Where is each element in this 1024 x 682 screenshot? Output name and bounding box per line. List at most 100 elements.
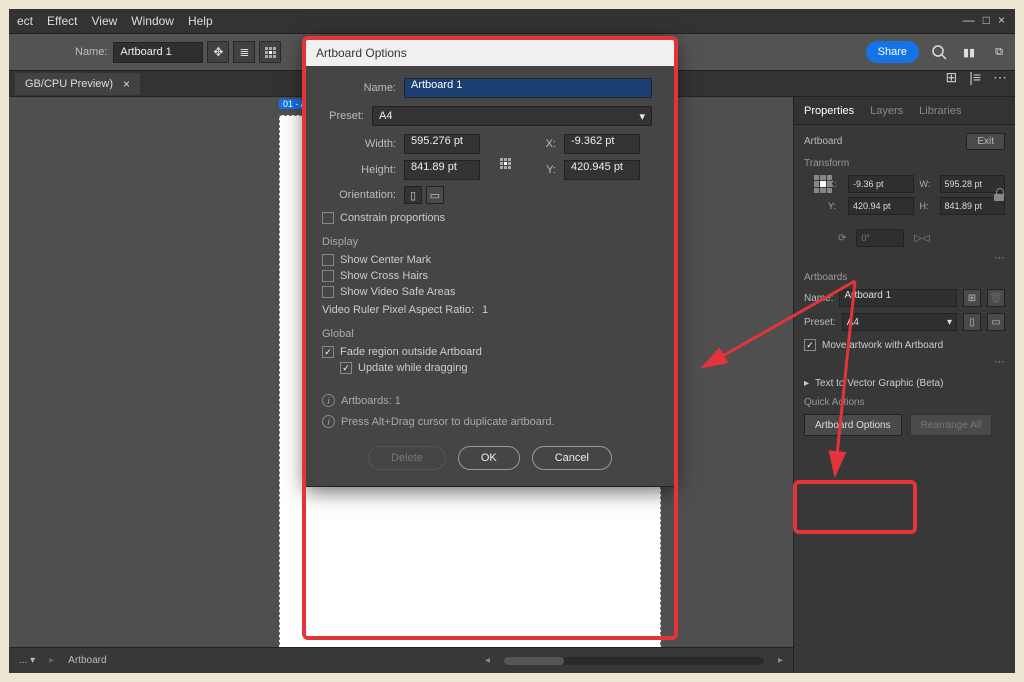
exit-button[interactable]: Exit — [966, 133, 1005, 150]
options-icon[interactable]: ≣ — [233, 41, 255, 63]
safe-areas-checkbox[interactable] — [322, 286, 334, 298]
orient-landscape-icon[interactable]: ▭ — [987, 313, 1005, 331]
rearrange-all-button[interactable]: Rearrange All — [910, 414, 993, 436]
dlg-height-input[interactable]: 841.89 pt — [404, 160, 480, 180]
aspect-input[interactable]: 1 — [482, 304, 522, 316]
panel-name-input[interactable]: Artboard 1 — [839, 289, 957, 307]
dlg-x-label: X: — [542, 138, 556, 150]
orient-portrait-icon[interactable]: ▯ — [963, 313, 981, 331]
fade-checkbox[interactable] — [322, 346, 334, 358]
tab-libraries[interactable]: Libraries — [919, 105, 961, 117]
delete-artboard-icon[interactable]: 🗑 — [987, 289, 1005, 307]
dlg-preset-select[interactable]: A4▾ — [372, 106, 652, 126]
dlg-y-label: Y: — [542, 164, 556, 176]
share-button[interactable]: Share — [866, 41, 919, 63]
panel-preset-select[interactable]: A4▾ — [842, 313, 957, 331]
arrange-icon[interactable]: ▮▮ — [959, 42, 979, 62]
aspect-label: Video Ruler Pixel Aspect Ratio: — [322, 304, 474, 316]
horizontal-scrollbar[interactable] — [504, 657, 764, 665]
dlg-y-input[interactable]: 420.945 pt — [564, 160, 640, 180]
artboards-heading: Artboards — [804, 272, 1005, 283]
rotate-input[interactable]: 0° — [856, 229, 904, 247]
search-icon[interactable] — [929, 42, 949, 62]
status-bar: ... ▾ ▸ Artboard ◂ ▸ — [9, 647, 793, 673]
move-artwork-label: Move artwork with Artboard — [822, 340, 943, 351]
dlg-x-input[interactable]: -9.362 pt — [564, 134, 640, 154]
dlg-height-label: Height: — [354, 164, 396, 176]
workspace-icon[interactable]: ⧉ — [989, 42, 1009, 62]
menu-item-effect[interactable]: Effect — [47, 14, 77, 28]
maximize-icon[interactable]: □ — [983, 13, 990, 27]
flip-h-icon[interactable]: ▷◁ — [914, 233, 929, 244]
dlg-width-input[interactable]: 595.276 pt — [404, 134, 480, 154]
tab-layers[interactable]: Layers — [870, 105, 903, 117]
move-artwork-checkbox[interactable] — [804, 339, 816, 351]
close-window-icon[interactable]: × — [998, 13, 1005, 27]
panel-name-label: Name: — [804, 293, 833, 304]
w-label: W: — [920, 179, 934, 189]
zoom-dropdown[interactable]: ... ▾ — [19, 655, 35, 666]
ok-button[interactable]: OK — [458, 446, 520, 470]
tab-properties[interactable]: Properties — [804, 105, 854, 117]
menu-item-help[interactable]: Help — [188, 14, 213, 28]
display-heading: Display — [322, 236, 658, 248]
info-icon: i — [322, 394, 335, 407]
menu-item-window[interactable]: Window — [131, 14, 174, 28]
artboard-count: Artboards: 1 — [341, 395, 401, 407]
grid-icon[interactable]: ⊞ — [945, 69, 957, 86]
window-controls: — □ × — [963, 13, 1005, 27]
t2v-label[interactable]: Text to Vector Graphic (Beta) — [815, 378, 943, 389]
update-drag-checkbox[interactable] — [340, 362, 352, 374]
selection-type: Artboard — [804, 136, 842, 147]
panel-icon-strip: ⊞ |≡ ⋯ — [945, 69, 1007, 86]
global-heading: Global — [322, 328, 658, 340]
transform-heading: Transform — [804, 158, 1005, 169]
duplicate-tip: Press Alt+Drag cursor to duplicate artbo… — [341, 416, 555, 428]
menu-item[interactable]: ect — [17, 14, 33, 28]
dlg-landscape-icon[interactable]: ▭ — [426, 186, 444, 204]
center-mark-checkbox[interactable] — [322, 254, 334, 266]
reference-point-icon[interactable] — [814, 175, 832, 193]
close-tab-icon[interactable]: × — [123, 77, 130, 91]
panel-preset-label: Preset: — [804, 317, 836, 328]
y-input[interactable]: 420.94 pt — [848, 197, 914, 215]
artboard-options-button[interactable]: Artboard Options — [804, 414, 902, 436]
constrain-checkbox[interactable] — [322, 212, 334, 224]
dlg-name-label: Name: — [322, 82, 396, 94]
delete-button[interactable]: Delete — [368, 446, 446, 470]
panel-tabs: Properties Layers Libraries — [794, 97, 1015, 125]
rotate-icon: ⟳ — [838, 233, 846, 244]
more-icon[interactable]: ⋯ — [993, 69, 1007, 86]
new-artboard-icon[interactable]: ⊞ — [963, 289, 981, 307]
center-mark-label: Show Center Mark — [340, 254, 431, 266]
safe-areas-label: Show Video Safe Areas — [340, 286, 455, 298]
status-label: Artboard — [68, 655, 106, 666]
menu-item-view[interactable]: View — [91, 14, 117, 28]
dlg-name-input[interactable]: Artboard 1 — [404, 78, 652, 98]
properties-panel: Properties Layers Libraries Artboard Exi… — [793, 97, 1015, 673]
document-tab-title: GB/CPU Preview) — [25, 78, 113, 90]
x-input[interactable]: -9.36 pt — [848, 175, 914, 193]
dlg-anchor-icon[interactable] — [500, 158, 511, 169]
minimize-icon[interactable]: — — [963, 13, 975, 27]
chevron-right-icon[interactable]: ▸ — [804, 378, 809, 389]
menu-bar: ect Effect View Window Help — [9, 9, 1015, 33]
fade-label: Fade region outside Artboard — [340, 346, 482, 358]
constrain-label: Constrain proportions — [340, 212, 445, 224]
cancel-button[interactable]: Cancel — [532, 446, 612, 470]
update-drag-label: Update while dragging — [358, 362, 467, 374]
link-wh-icon[interactable] — [991, 187, 1007, 203]
dialog-title: Artboard Options — [306, 40, 674, 66]
artboard-options-dialog: Artboard Options Name: Artboard 1 Preset… — [305, 39, 675, 487]
dlg-preset-label: Preset: — [322, 110, 364, 122]
move-artwork-toggle-icon[interactable]: ✥ — [207, 41, 229, 63]
align-icon[interactable]: |≡ — [969, 69, 981, 86]
artboard-name-input[interactable]: Artboard 1 — [113, 42, 203, 63]
dlg-portrait-icon[interactable]: ▯ — [404, 186, 422, 204]
anchor-grid-icon[interactable] — [259, 41, 281, 63]
quick-actions-heading: Quick Actions — [804, 397, 1005, 408]
document-tab[interactable]: GB/CPU Preview) × — [15, 73, 140, 95]
h-label: H: — [920, 201, 934, 211]
dlg-width-label: Width: — [354, 138, 396, 150]
cross-hairs-checkbox[interactable] — [322, 270, 334, 282]
